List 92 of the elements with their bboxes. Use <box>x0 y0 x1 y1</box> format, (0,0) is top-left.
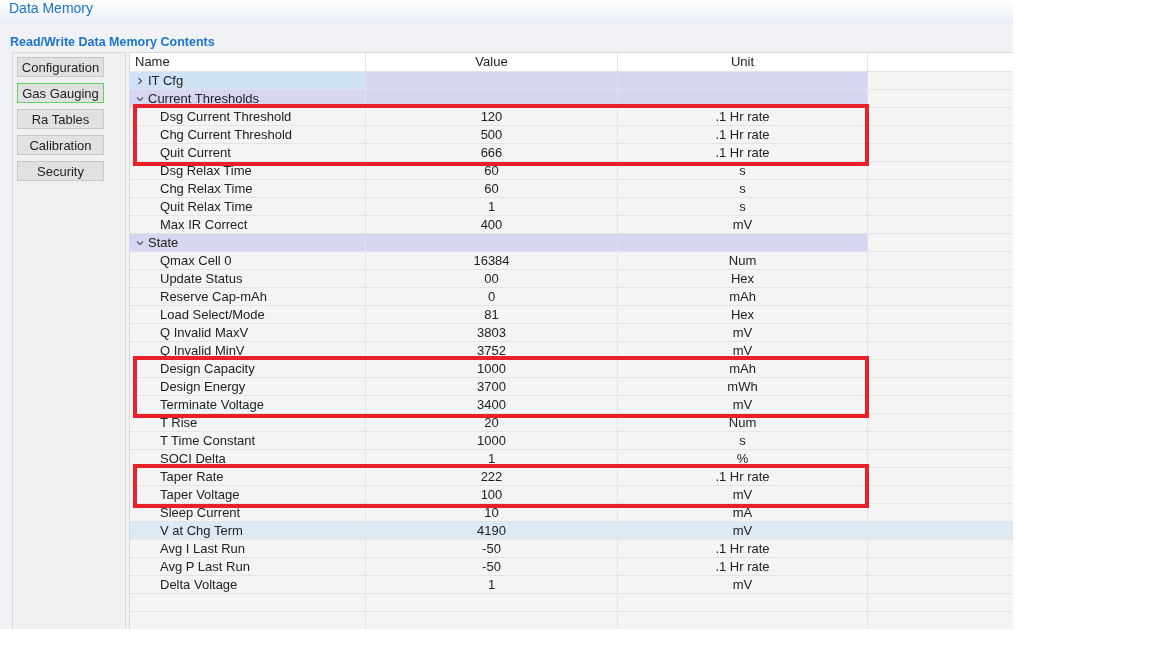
table-cell: Dsg Relax Time <box>130 162 366 180</box>
table-cell[interactable]: 60 <box>366 180 618 198</box>
table-cell: mWh <box>618 378 868 396</box>
table-cell[interactable]: 3803 <box>366 324 618 342</box>
table-cell[interactable]: 666 <box>366 144 618 162</box>
table-cell: Avg I Last Run <box>130 540 366 558</box>
table-cell: Design Energy <box>130 378 366 396</box>
table-cell[interactable]: 4190 <box>366 522 618 540</box>
table-cell: mV <box>618 342 868 360</box>
table-cell: T Time Constant <box>130 432 366 450</box>
table-cell: .1 Hr rate <box>618 144 868 162</box>
table-cell: Chg Relax Time <box>130 180 366 198</box>
table-cell[interactable]: -50 <box>366 558 618 576</box>
category-button[interactable]: Ra Tables <box>17 109 104 129</box>
table-cell: mV <box>618 522 868 540</box>
group-name-cell[interactable]: State <box>130 234 366 252</box>
table-cell: Num <box>618 252 868 270</box>
table-cell: SOCI Delta <box>130 450 366 468</box>
group-row[interactable]: Current Thresholds <box>130 90 1013 108</box>
table-cell[interactable]: 3700 <box>366 378 618 396</box>
table-cell[interactable]: 100 <box>366 486 618 504</box>
table-cell[interactable]: 120 <box>366 108 618 126</box>
table-cell: Quit Current <box>130 144 366 162</box>
group-label: Current Thresholds <box>148 90 260 107</box>
table-cell[interactable]: 1 <box>366 576 618 594</box>
table-cell: s <box>618 162 868 180</box>
table-cell: % <box>618 450 868 468</box>
table-cell: Taper Voltage <box>130 486 366 504</box>
window-title: Data Memory <box>9 0 94 16</box>
table-cell[interactable]: 3752 <box>366 342 618 360</box>
table-cell: mV <box>618 396 868 414</box>
table-cell: .1 Hr rate <box>618 108 868 126</box>
chevron-down-icon[interactable] <box>136 238 144 247</box>
table-cell: V at Chg Term <box>130 522 366 540</box>
table-cell: Design Capacity <box>130 360 366 378</box>
table-cell: Reserve Cap-mAh <box>130 288 366 306</box>
table-cell: Delta Voltage <box>130 576 366 594</box>
group-label: IT Cfg <box>148 72 184 89</box>
table-cell[interactable]: 222 <box>366 468 618 486</box>
table-cell[interactable]: 500 <box>366 126 618 144</box>
group-row[interactable]: State <box>130 234 1013 252</box>
category-button[interactable]: Gas Gauging <box>17 83 104 103</box>
section-title: Read/Write Data Memory Contents <box>9 34 216 49</box>
table-cell[interactable]: -50 <box>366 540 618 558</box>
table-cell: Qmax Cell 0 <box>130 252 366 270</box>
category-button[interactable]: Configuration <box>17 57 104 77</box>
table-cell: Quit Relax Time <box>130 198 366 216</box>
category-button[interactable]: Security <box>17 161 104 181</box>
table-cell: Q Invalid MaxV <box>130 324 366 342</box>
table-cell[interactable]: 81 <box>366 306 618 324</box>
column-header[interactable]: Unit <box>618 53 868 71</box>
table-cell: .1 Hr rate <box>618 468 868 486</box>
table-cell: Avg P Last Run <box>130 558 366 576</box>
table-cell: Terminate Voltage <box>130 396 366 414</box>
group-name-cell[interactable]: IT Cfg <box>130 72 366 90</box>
group-label: State <box>148 234 179 251</box>
table-cell: s <box>618 432 868 450</box>
table-cell[interactable]: 1000 <box>366 360 618 378</box>
table-cell: mV <box>618 324 868 342</box>
table-cell[interactable]: 1000 <box>366 432 618 450</box>
table-cell: Taper Rate <box>130 468 366 486</box>
table-cell[interactable]: 16384 <box>366 252 618 270</box>
table-cell[interactable]: 1 <box>366 198 618 216</box>
table-cell: Num <box>618 414 868 432</box>
table-cell[interactable]: 20 <box>366 414 618 432</box>
column-header[interactable]: Name <box>130 53 366 71</box>
table-cell: Hex <box>618 270 868 288</box>
table-cell: .1 Hr rate <box>618 540 868 558</box>
table-cell[interactable]: 60 <box>366 162 618 180</box>
table-cell: s <box>618 198 868 216</box>
category-button[interactable]: Calibration <box>17 135 104 155</box>
chevron-down-icon[interactable] <box>136 94 144 103</box>
table-cell[interactable]: 00 <box>366 270 618 288</box>
table-cell: Update Status <box>130 270 366 288</box>
table-cell: .1 Hr rate <box>618 126 868 144</box>
table-cell: Load Select/Mode <box>130 306 366 324</box>
table-cell[interactable]: 3400 <box>366 396 618 414</box>
table-cell: mV <box>618 576 868 594</box>
group-row[interactable]: IT Cfg <box>130 72 1013 90</box>
table-cell[interactable]: 1 <box>366 450 618 468</box>
table-cell[interactable]: 0 <box>366 288 618 306</box>
table-cell: Dsg Current Threshold <box>130 108 366 126</box>
table-cell: Hex <box>618 306 868 324</box>
column-header[interactable]: Value <box>366 53 618 71</box>
table-cell: T Rise <box>130 414 366 432</box>
table-cell: Chg Current Threshold <box>130 126 366 144</box>
chevron-right-icon[interactable] <box>136 76 144 85</box>
table-cell: mAh <box>618 360 868 378</box>
table-cell: .1 Hr rate <box>618 558 868 576</box>
table-cell: s <box>618 180 868 198</box>
table-cell: mAh <box>618 288 868 306</box>
table-cell: mV <box>618 486 868 504</box>
